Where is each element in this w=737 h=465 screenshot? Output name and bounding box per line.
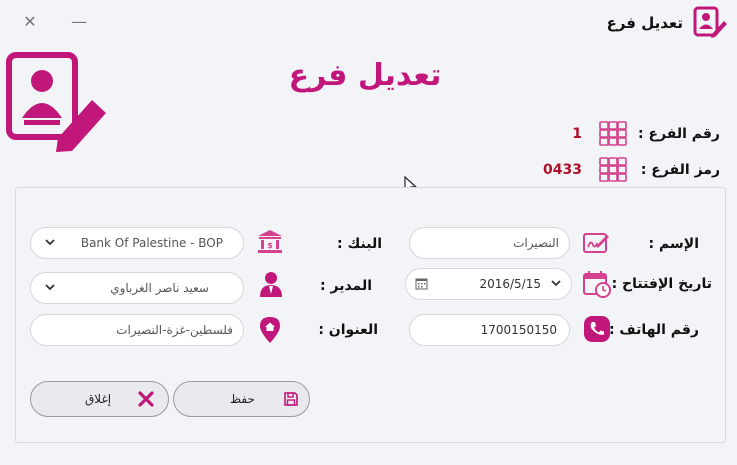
address-input[interactable]: فلسطين-غزة-النصيرات — [30, 314, 244, 346]
home-location-icon — [258, 316, 282, 344]
calendar-clock-icon — [582, 270, 612, 298]
phone-label: رقم الهاتف : — [608, 322, 699, 338]
page-title: تعديل فرع — [288, 58, 442, 93]
phone-input[interactable]: 1700150150 — [409, 314, 570, 346]
svg-text:$: $ — [267, 241, 273, 250]
signature-icon — [582, 230, 610, 256]
minimize-button[interactable]: — — [68, 11, 90, 33]
close-x-icon — [136, 389, 156, 409]
close-button[interactable]: إغلاق — [30, 381, 169, 417]
name-input[interactable]: النصيرات — [409, 227, 570, 259]
branch-number-label: رقم الفرع : — [638, 126, 720, 142]
grid-icon — [598, 156, 628, 184]
chevron-down-icon[interactable] — [549, 276, 563, 290]
opening-date-picker[interactable]: 2016/5/15 — [405, 268, 572, 300]
manager-label: المدير : — [320, 278, 372, 294]
branch-code-value: 0433 — [543, 162, 582, 178]
chevron-down-icon[interactable] — [43, 280, 57, 294]
title-bar: تعديل فرع — ✕ — [0, 0, 737, 46]
bank-select[interactable]: Bank Of Palestine - BOP — [30, 227, 244, 259]
save-icon — [283, 391, 299, 407]
save-button[interactable]: حفظ — [173, 381, 310, 417]
opening-date-label: تاريخ الإفتتاح : — [611, 276, 712, 292]
manager-icon — [258, 270, 284, 298]
phone-icon — [583, 315, 611, 343]
manager-select[interactable]: سعيد ناصر الغرباوي — [30, 272, 244, 304]
chevron-down-icon[interactable] — [43, 235, 57, 249]
branch-code-label: رمز الفرع : — [640, 162, 720, 178]
window-title: تعديل فرع — [606, 14, 683, 32]
address-label: العنوان : — [318, 322, 378, 338]
bank-label: البنك : — [337, 236, 382, 252]
calendar-icon[interactable] — [415, 277, 428, 290]
branch-logo-icon — [6, 52, 110, 152]
bank-icon: $ — [257, 229, 283, 255]
close-window-button[interactable]: ✕ — [19, 11, 41, 33]
app-icon — [693, 6, 727, 38]
branch-number-value: 1 — [572, 126, 582, 142]
grid-icon — [598, 120, 628, 148]
name-label: الإسم : — [648, 236, 699, 252]
